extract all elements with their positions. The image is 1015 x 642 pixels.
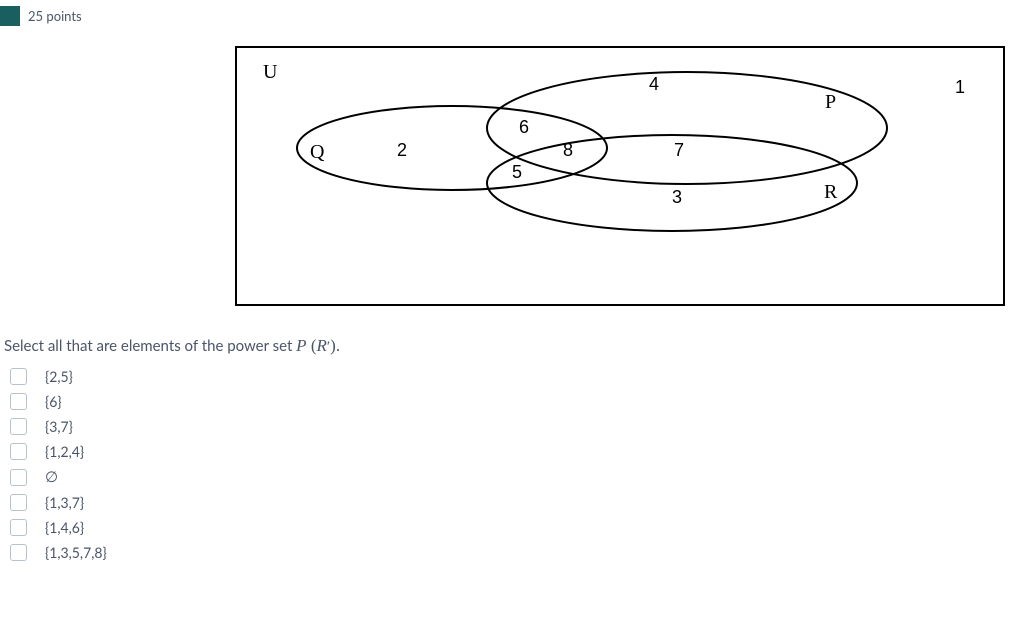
option-row: {1,3,7} bbox=[10, 494, 1015, 511]
checkbox[interactable] bbox=[10, 393, 27, 410]
question-color-block bbox=[0, 6, 20, 26]
venn-svg: U Q P R 1 2 3 4 5 6 7 8 bbox=[237, 48, 1003, 304]
num-7: 7 bbox=[674, 140, 684, 160]
num-2: 2 bbox=[397, 140, 407, 160]
option-row: {3,7} bbox=[10, 418, 1015, 435]
options-list: {2,5} {6} {3,7} {1,2,4} ∅ {1,3,7} {1,4,6… bbox=[10, 368, 1015, 561]
option-label: {1,3,7} bbox=[45, 494, 84, 511]
checkbox[interactable] bbox=[10, 418, 27, 435]
checkbox[interactable] bbox=[10, 469, 27, 486]
prompt-prefix: Select all that are elements of the powe… bbox=[4, 337, 296, 355]
option-row: {1,2,4} bbox=[10, 443, 1015, 460]
universe-label: U bbox=[263, 61, 278, 83]
set-p-label: P bbox=[825, 91, 836, 113]
set-p-ellipse bbox=[487, 72, 887, 184]
set-q-label: Q bbox=[310, 141, 325, 163]
num-6: 6 bbox=[519, 117, 529, 137]
checkbox[interactable] bbox=[10, 443, 27, 460]
option-row: {1,3,5,7,8} bbox=[10, 544, 1015, 561]
num-4: 4 bbox=[649, 74, 659, 94]
prompt-open: ( bbox=[307, 336, 317, 355]
option-label: ∅ bbox=[45, 468, 58, 486]
diagram-container: U Q P R 1 2 3 4 5 6 7 8 bbox=[235, 46, 1015, 306]
option-row: {1,4,6} bbox=[10, 519, 1015, 536]
set-r-label: R bbox=[824, 181, 838, 203]
num-5: 5 bbox=[512, 162, 522, 182]
option-row: ∅ bbox=[10, 468, 1015, 486]
option-label: {1,3,5,7,8} bbox=[45, 544, 107, 561]
prompt-math-R: R bbox=[316, 336, 326, 355]
option-label: {1,2,4} bbox=[45, 443, 84, 460]
prompt-close: ). bbox=[330, 336, 340, 355]
num-3: 3 bbox=[672, 187, 682, 207]
venn-diagram: U Q P R 1 2 3 4 5 6 7 8 bbox=[235, 46, 1005, 306]
checkbox[interactable] bbox=[10, 519, 27, 536]
prompt-math-P: P bbox=[296, 336, 306, 355]
option-label: {1,4,6} bbox=[45, 519, 84, 536]
num-1: 1 bbox=[955, 77, 965, 97]
checkbox[interactable] bbox=[10, 368, 27, 385]
num-8: 8 bbox=[563, 140, 573, 160]
option-label: {6} bbox=[45, 393, 62, 410]
question-prompt: Select all that are elements of the powe… bbox=[4, 336, 1015, 356]
points-label: 25 points bbox=[28, 8, 82, 24]
option-row: {2,5} bbox=[10, 368, 1015, 385]
option-label: {3,7} bbox=[45, 418, 73, 435]
option-label: {2,5} bbox=[45, 368, 73, 385]
checkbox[interactable] bbox=[10, 544, 27, 561]
question-header: 25 points bbox=[0, 0, 1015, 26]
option-row: {6} bbox=[10, 393, 1015, 410]
checkbox[interactable] bbox=[10, 494, 27, 511]
set-q-ellipse bbox=[297, 106, 607, 190]
